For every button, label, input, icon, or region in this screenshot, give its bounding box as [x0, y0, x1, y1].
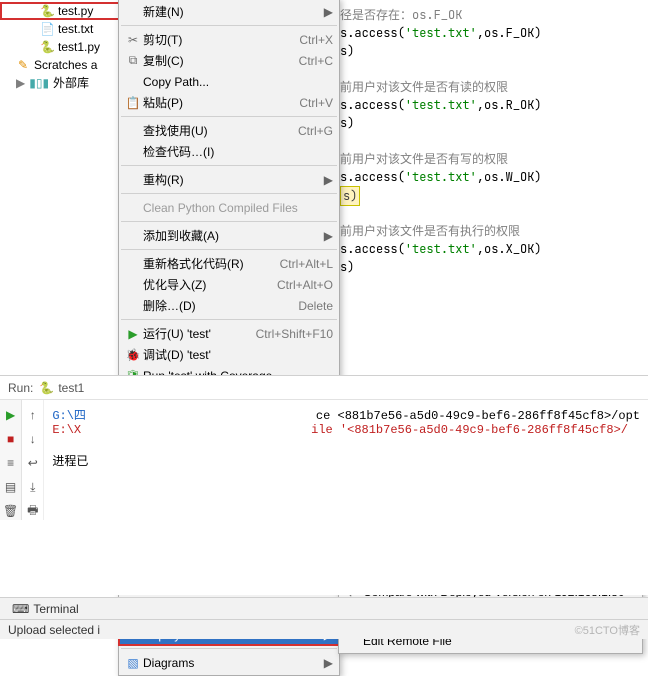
layout-button[interactable]: ≡ — [2, 454, 20, 472]
tree-item-test-py[interactable]: 🐍 test.py — [0, 2, 129, 20]
menu-item-paste[interactable]: 📋粘贴(P)Ctrl+V — [119, 92, 339, 113]
tree-item-label: test.py — [58, 4, 93, 18]
menu-separator — [121, 165, 337, 166]
menu-item-diagrams[interactable]: ▧Diagrams▶ — [119, 652, 339, 673]
menu-item-run[interactable]: ▶运行(U) 'test'Ctrl+Shift+F10 — [119, 323, 339, 344]
library-icon: ▮▯▮ — [29, 76, 49, 90]
up-button[interactable]: ↑ — [24, 406, 42, 424]
run-gutter2: ↑ ↓ ↩ ⤓ 🖶 — [22, 400, 44, 520]
scroll-button[interactable]: ⤓ — [24, 478, 42, 496]
paste-icon: 📋 — [123, 96, 143, 110]
tab-label: Terminal — [33, 602, 78, 616]
terminal-icon: ⌨ — [12, 602, 29, 616]
status-text: Upload selected i — [8, 623, 100, 637]
menu-separator — [121, 249, 337, 250]
debug-icon: 🐞 — [123, 348, 143, 362]
expand-icon[interactable]: ▶ — [16, 76, 25, 90]
menu-item-debug[interactable]: 🐞调试(D) 'test' — [119, 344, 339, 365]
cut-icon: ✂ — [123, 33, 143, 47]
run-console[interactable]: G:\四ce <881b7e56-a5d0-49c9-bef6-286ff8f4… — [44, 400, 648, 520]
menu-item-inspect-code[interactable]: 检查代码…(I) — [119, 141, 339, 162]
tree-item-test-txt[interactable]: 📄 test.txt — [0, 20, 129, 38]
menu-separator — [121, 319, 337, 320]
code-comment: 径是否存在：os.F_OK — [340, 7, 462, 23]
stop-button[interactable]: ■ — [2, 430, 20, 448]
filter-button[interactable]: ▤ — [2, 478, 20, 496]
menu-item-reformat-code[interactable]: 重新格式化代码(R)Ctrl+Alt+L — [119, 253, 339, 274]
rerun-button[interactable]: ▶ — [2, 406, 20, 424]
text-file-icon: 📄 — [40, 22, 54, 36]
menu-item-add-favorites[interactable]: 添加到收藏(A)▶ — [119, 225, 339, 246]
diagram-icon: ▧ — [123, 656, 143, 670]
tree-item-label: Scratches a — [34, 58, 97, 72]
watermark-text: ©51CTO博客 — [575, 622, 640, 638]
menu-item-refactor[interactable]: 重构(R)▶ — [119, 169, 339, 190]
copy-icon: ⧉ — [123, 53, 143, 68]
bottom-tool-tabs: ⌨ Terminal — [0, 597, 648, 619]
run-config-name: test1 — [58, 381, 84, 395]
trash-button[interactable]: 🗑 — [2, 502, 20, 520]
menu-item-find-usages[interactable]: 查找使用(U)Ctrl+G — [119, 120, 339, 141]
run-tool-window: Run: 🐍 test1 ▶ ■ ≡ ▤ 🗑 ↑ ↓ ↩ ⤓ 🖶 G:\四ce … — [0, 375, 648, 595]
code-comment: 前用户对该文件是否有写的权限 — [340, 151, 508, 167]
tree-item-label: 外部库 — [53, 74, 89, 91]
menu-item-optimize-imports[interactable]: 优化导入(Z)Ctrl+Alt+O — [119, 274, 339, 295]
tab-terminal[interactable]: ⌨ Terminal — [4, 598, 87, 620]
tree-item-label: test.txt — [58, 22, 93, 36]
python-file-icon: 🐍 — [40, 4, 54, 18]
tree-item-label: test1.py — [58, 40, 100, 54]
run-icon: ▶ — [123, 327, 143, 341]
menu-item-copy-path[interactable]: Copy Path... — [119, 71, 339, 92]
menu-item-delete[interactable]: 删除…(D)Delete — [119, 295, 339, 316]
menu-separator — [121, 221, 337, 222]
chevron-right-icon: ▶ — [324, 5, 333, 19]
tree-item-external-lib[interactable]: ▶ ▮▯▮ 外部库 — [0, 74, 129, 91]
code-comment: 前用户对该文件是否有读的权限 — [340, 79, 508, 95]
softwrap-button[interactable]: ↩ — [24, 454, 42, 472]
menu-separator — [121, 116, 337, 117]
chevron-right-icon: ▶ — [324, 656, 333, 670]
status-bar: Upload selected i ©51CTO博客 — [0, 619, 648, 639]
down-button[interactable]: ↓ — [24, 430, 42, 448]
tree-item-test1-py[interactable]: 🐍 test1.py — [0, 38, 129, 56]
code-selection: s) — [340, 186, 360, 206]
menu-separator — [121, 193, 337, 194]
print-button[interactable]: 🖶 — [24, 502, 42, 520]
menu-item-clean-python[interactable]: Clean Python Compiled Files — [119, 197, 339, 218]
menu-separator — [121, 648, 337, 649]
run-label: Run: — [8, 381, 33, 395]
scratches-icon: ✎ — [16, 58, 30, 72]
project-tree: 🐍 test.py 📄 test.txt 🐍 test1.py ✎ Scratc… — [0, 0, 130, 360]
run-header: Run: 🐍 test1 — [0, 376, 648, 400]
menu-item-cut[interactable]: ✂剪切(T)Ctrl+X — [119, 29, 339, 50]
menu-item-new[interactable]: 新建(N)▶ — [119, 1, 339, 22]
run-gutter: ▶ ■ ≡ ▤ 🗑 — [0, 400, 22, 520]
menu-separator — [121, 25, 337, 26]
chevron-right-icon: ▶ — [324, 229, 333, 243]
python-icon: 🐍 — [39, 381, 54, 395]
menu-item-copy[interactable]: ⧉复制(C)Ctrl+C — [119, 50, 339, 71]
code-comment: 前用户对该文件是否有执行的权限 — [340, 223, 520, 239]
chevron-right-icon: ▶ — [324, 173, 333, 187]
code-editor[interactable]: 径是否存在：os.F_OK s.access('test.txt',os.F_O… — [340, 0, 648, 360]
python-file-icon: 🐍 — [40, 40, 54, 54]
tree-item-scratches[interactable]: ✎ Scratches a — [0, 56, 129, 74]
